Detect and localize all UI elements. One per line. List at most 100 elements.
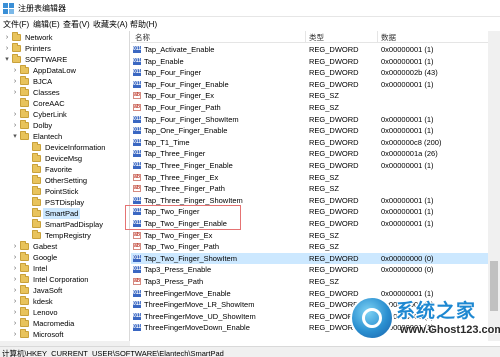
tree-item[interactable]: › kdesk	[0, 296, 129, 307]
tree-item[interactable]: PointStick	[0, 186, 129, 197]
tree-item[interactable]: SmartPadDisplay	[0, 219, 129, 230]
registry-value-row[interactable]: 011 Tap_One_Finger_Enable REG_DWORD 0x00000…	[131, 125, 488, 136]
tree-item[interactable]: PSTDisplay	[0, 197, 129, 208]
chevron-right-icon[interactable]: ›	[12, 87, 18, 98]
value-type: REG_SZ	[309, 277, 340, 286]
folder-icon	[32, 164, 41, 173]
folder-icon	[20, 109, 29, 118]
registry-value-row[interactable]: 011 Tap_T1_Time REG_DWORD 0x000000c8 (200)	[131, 137, 488, 148]
column-header-name[interactable]: 名称	[135, 32, 150, 43]
menu-edit[interactable]: 编辑(E)	[33, 19, 60, 30]
value-data: 0x00000001 (1)	[381, 195, 434, 205]
value-type: REG_SZ	[309, 184, 340, 194]
tree-item[interactable]: › JavaSoft	[0, 285, 129, 296]
registry-value-row[interactable]: ab Tap_Two_Finger_Path REG_SZ	[131, 241, 488, 252]
tree-item[interactable]: › Intel	[0, 263, 129, 274]
registry-value-row[interactable]: ab Tap_Three_Finger_Path REG_SZ	[131, 183, 488, 194]
folder-icon	[12, 54, 21, 63]
registry-value-row[interactable]: 011 Tap_Four_Finger_ShowItem REG_DWORD 0x00…	[131, 114, 488, 125]
tree-item[interactable]: Favorite	[0, 164, 129, 175]
value-name: ThreeFingerMoveDown_Enable	[144, 323, 250, 333]
reg-dword-icon: 011	[133, 46, 142, 53]
chevron-right-icon[interactable]: ›	[12, 307, 18, 318]
folder-icon	[20, 98, 29, 107]
chevron-right-icon[interactable]: ›	[12, 329, 18, 340]
tree-item[interactable]: › AppDataLow	[0, 65, 129, 76]
value-data: 0x00000001 (1)	[381, 126, 434, 136]
tree-item[interactable]: › Dolby	[0, 120, 129, 131]
tree-item[interactable]: ▾ SOFTWARE	[0, 54, 129, 65]
registry-value-row[interactable]: 011 Tap_Enable REG_DWORD 0x00000001 (1)	[131, 56, 488, 67]
value-name: Tap_Two_Finger_ShowItem	[144, 253, 237, 263]
chevron-right-icon[interactable]: ›	[12, 252, 18, 263]
column-header-type[interactable]: 类型	[309, 32, 324, 43]
registry-value-row[interactable]: 011 Tap_Four_Finger REG_DWORD 0x0000002b (4…	[131, 67, 488, 78]
value-data: 0x00000001 (1)	[381, 45, 434, 54]
tree-item[interactable]: › Lenovo	[0, 307, 129, 318]
tree-item[interactable]: › Microsoft	[0, 329, 129, 340]
tree-item[interactable]: › Intel Corporation	[0, 274, 129, 285]
chevron-right-icon[interactable]: ›	[12, 76, 18, 87]
registry-value-row[interactable]: ab Tap_Four_Finger_Path REG_SZ	[131, 102, 488, 113]
registry-tree[interactable]: › Network › Printers ▾ SOFTWARE › AppDataLow › BJ…	[0, 31, 130, 341]
chevron-right-icon[interactable]: ›	[12, 65, 18, 76]
registry-value-row[interactable]: 011 Tap_Activate_Enable REG_DWORD 0x0000000…	[131, 44, 488, 55]
tree-item-label: Network	[25, 33, 53, 42]
registry-value-row[interactable]: 011 Tap3_Press_Enable REG_DWORD 0x00000000 …	[131, 264, 488, 275]
chevron-right-icon[interactable]: ›	[12, 109, 18, 120]
chevron-right-icon[interactable]: ›	[12, 120, 18, 131]
chevron-down-icon[interactable]: ▾	[4, 54, 10, 65]
tree-item[interactable]: › CyberLink	[0, 109, 129, 120]
menu-view[interactable]: 查看(V)	[63, 19, 90, 30]
registry-value-row[interactable]: 011 Tap_Three_Finger_Enable REG_DWORD 0x000…	[131, 160, 488, 171]
chevron-right-icon[interactable]: ›	[12, 241, 18, 252]
chevron-right-icon[interactable]: ›	[12, 274, 18, 285]
tree-item[interactable]: › BJCA	[0, 76, 129, 87]
tree-item[interactable]: › Network	[0, 32, 129, 43]
tree-item[interactable]: › Gabest	[0, 241, 129, 252]
reg-sz-icon: ab	[133, 185, 141, 193]
menu-help[interactable]: 帮助(H)	[130, 19, 157, 30]
menu-bar: 文件(F) 编辑(E) 查看(V) 收藏夹(A) 帮助(H)	[0, 17, 500, 30]
tree-item[interactable]: › Classes	[0, 87, 129, 98]
chevron-right-icon[interactable]: ›	[4, 32, 10, 43]
column-separator[interactable]	[305, 31, 306, 43]
tree-item[interactable]: › Macromedia	[0, 318, 129, 329]
chevron-right-icon[interactable]: ›	[12, 318, 18, 329]
tree-item[interactable]: SmartPad	[0, 208, 129, 219]
value-name: Tap_Activate_Enable	[144, 45, 215, 54]
value-name: ThreeFingerMove_Enable	[144, 288, 231, 298]
tree-item[interactable]: › Google	[0, 252, 129, 263]
reg-dword-icon: 011	[133, 266, 142, 274]
value-type: REG_SZ	[309, 230, 340, 240]
column-header-data[interactable]: 数据	[381, 32, 396, 43]
tree-item[interactable]: › Printers	[0, 43, 129, 54]
registry-value-row[interactable]: ab Tap3_Press_Path REG_SZ	[131, 276, 488, 287]
registry-value-row[interactable]: ab Tap_Four_Finger_Ex REG_SZ	[131, 90, 488, 101]
value-type: REG_DWORD	[309, 79, 359, 89]
tree-item[interactable]: CoreAAC	[0, 98, 129, 109]
chevron-down-icon[interactable]: ▾	[12, 131, 18, 142]
menu-favorites[interactable]: 收藏夹(A)	[93, 19, 128, 30]
registry-value-row[interactable]: 011 Tap_Four_Finger_Enable REG_DWORD 0x0000…	[131, 79, 488, 90]
column-separator[interactable]	[377, 31, 378, 43]
registry-value-row[interactable]: 011 Tap_Three_Finger REG_DWORD 0x0000001a (…	[131, 148, 488, 159]
registry-value-row[interactable]: ab Tap_Three_Finger_Ex REG_SZ	[131, 172, 488, 183]
tree-item[interactable]: DeviceInformation	[0, 142, 129, 153]
tree-item[interactable]: TempRegistry	[0, 230, 129, 241]
chevron-right-icon[interactable]: ›	[12, 285, 18, 296]
folder-icon	[32, 219, 41, 228]
tree-item[interactable]: DeviceMsg	[0, 153, 129, 164]
tree-item[interactable]: OtherSetting	[0, 175, 129, 186]
tree-item[interactable]: ▾ Elantech	[0, 131, 129, 142]
menu-file[interactable]: 文件(F)	[3, 19, 29, 30]
registry-value-row[interactable]: ab Tap_Two_Finger_Ex REG_SZ	[131, 230, 488, 241]
chevron-right-icon[interactable]: ›	[12, 263, 18, 274]
chevron-right-icon[interactable]: ›	[12, 296, 18, 307]
value-type: REG_DWORD	[309, 56, 359, 66]
reg-dword-icon: 011	[133, 301, 142, 309]
value-type: REG_DWORD	[309, 207, 359, 217]
registry-value-row[interactable]: 011 Tap_Two_Finger_ShowItem REG_DWORD 0x000…	[131, 252, 488, 264]
reg-dword-icon: 011	[133, 127, 142, 135]
chevron-right-icon[interactable]: ›	[4, 43, 10, 54]
